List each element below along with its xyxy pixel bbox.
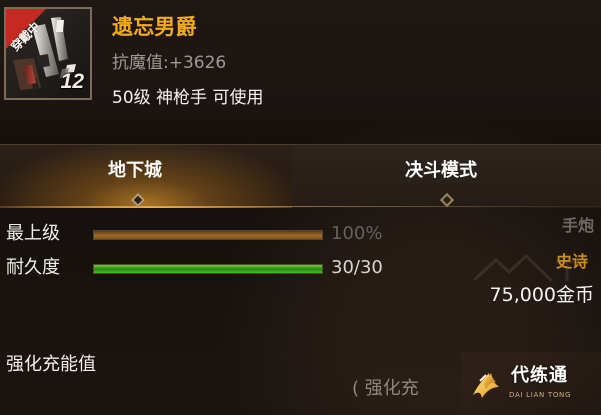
item-price: 75,000金币: [489, 284, 594, 306]
top-grade-label: 最上级: [6, 223, 60, 244]
diamond-marker-icon: [439, 192, 455, 208]
item-icon: 穿戴中 12: [4, 7, 92, 100]
top-grade-progress: [93, 230, 323, 240]
durability-progress: [93, 264, 323, 274]
item-grade: 史诗: [555, 252, 588, 271]
item-header-panel: 穿戴中 12 遗忘男爵 抗魔值:+3626 50级 神枪手 可使用: [0, 0, 601, 120]
durability-progress-fill: [94, 265, 322, 273]
tab-dungeon-label: 地下城: [108, 160, 162, 181]
weapon-type: 手炮: [561, 216, 594, 235]
item-level-badge: 12: [61, 70, 84, 94]
item-tooltip-screen: 穿戴中 12 遗忘男爵 抗魔值:+3626 50级 神枪手 可使用 地下城 决斗…: [0, 0, 601, 415]
mode-tabs: 地下城 决斗模式: [0, 144, 601, 210]
tab-duel-mode[interactable]: 决斗模式: [292, 144, 601, 208]
item-name: 遗忘男爵: [112, 15, 197, 39]
tab-dungeon[interactable]: 地下城: [0, 144, 292, 208]
watermark-badge: 代练通 DAI LIAN TONG: [461, 352, 601, 415]
resist-label: 抗魔值:: [112, 53, 169, 73]
durability-label: 耐久度: [6, 257, 60, 278]
top-grade-value: 100%: [331, 223, 383, 244]
flame-logo-icon: [473, 373, 499, 398]
diamond-marker-icon: [130, 192, 146, 208]
watermark-main-text: 代练通: [511, 365, 568, 386]
requirement-text: 50级 神枪手 可使用: [112, 88, 264, 108]
watermark-sub-text: DAI LIAN TONG: [509, 391, 572, 399]
resist-value: +3626: [168, 53, 227, 73]
top-grade-progress-fill: [94, 231, 322, 239]
enhance-charge-label: 强化充能值: [6, 354, 96, 375]
tab-duel-mode-label: 决斗模式: [405, 160, 477, 181]
resist-line: 抗魔值:+3626: [112, 53, 226, 73]
durability-value: 30/30: [331, 257, 383, 278]
tab-divider: [0, 206, 601, 207]
item-level-value: 12: [60, 70, 84, 93]
enhance-charge-partial-text: ( 强化充: [352, 378, 419, 399]
